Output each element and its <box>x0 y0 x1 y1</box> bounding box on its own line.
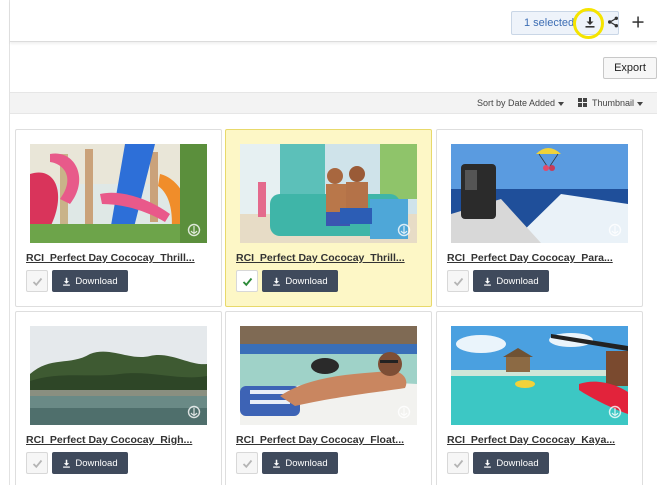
share-icon[interactable] <box>604 13 622 31</box>
asset-title-link[interactable]: RCI_Perfect Day Cococay_Para... <box>447 252 637 264</box>
asset-title-link[interactable]: RCI_Perfect Day Cococay_Kaya... <box>447 434 637 446</box>
select-checkbox[interactable] <box>236 452 258 474</box>
check-icon <box>453 459 463 468</box>
sort-dropdown[interactable]: Sort by Date Added <box>477 98 565 108</box>
export-button[interactable]: Export <box>603 57 657 79</box>
download-icon <box>273 277 281 286</box>
crown-anchor-logo <box>187 405 201 419</box>
download-button[interactable]: Download <box>52 270 128 292</box>
sort-bar: Sort by Date Added Thumbnail <box>10 92 657 114</box>
chevron-down-icon <box>637 101 644 106</box>
download-icon <box>63 277 71 286</box>
sort-dropdown-label: Sort by Date Added <box>477 98 556 108</box>
select-checkbox[interactable] <box>26 270 48 292</box>
crown-anchor-logo <box>397 405 411 419</box>
asset-library: 1 selected Export Sort by Date Added Thu… <box>0 0 657 485</box>
download-label: Download <box>285 275 328 287</box>
plus-icon[interactable] <box>629 13 647 31</box>
asset-thumbnail[interactable] <box>451 144 628 243</box>
grid-icon <box>578 98 587 108</box>
download-button[interactable]: Download <box>473 452 549 474</box>
crown-anchor-logo <box>397 223 411 237</box>
download-label: Download <box>75 275 118 287</box>
asset-card[interactable]: RCI_Perfect Day Cococay_Righ... Download <box>15 311 222 485</box>
download-label: Download <box>285 457 328 469</box>
left-divider <box>9 0 10 485</box>
crown-anchor-logo <box>608 405 622 419</box>
asset-thumbnail[interactable] <box>30 144 207 243</box>
asset-card[interactable]: RCI_Perfect Day Cococay_Thrill... Downlo… <box>225 129 432 307</box>
check-icon <box>32 459 42 468</box>
download-icon <box>484 277 492 286</box>
download-button[interactable]: Download <box>473 270 549 292</box>
select-checkbox[interactable] <box>447 270 469 292</box>
select-checkbox[interactable] <box>447 452 469 474</box>
asset-thumbnail[interactable] <box>451 326 628 425</box>
crown-anchor-logo <box>608 223 622 237</box>
view-dropdown[interactable]: Thumbnail <box>578 98 644 108</box>
asset-title-link[interactable]: RCI_Perfect Day Cococay_Float... <box>236 434 426 446</box>
asset-thumbnail[interactable] <box>30 326 207 425</box>
check-icon <box>32 277 42 286</box>
download-button[interactable]: Download <box>262 270 338 292</box>
download-icon <box>273 459 281 468</box>
asset-card[interactable]: RCI_Perfect Day Cococay_Kaya... Download <box>436 311 643 485</box>
asset-title-link[interactable]: RCI_Perfect Day Cococay_Thrill... <box>236 252 426 264</box>
check-icon <box>453 277 463 286</box>
check-icon <box>242 459 252 468</box>
top-toolbar: 1 selected <box>10 0 657 42</box>
asset-thumbnail[interactable] <box>240 326 417 425</box>
download-label: Download <box>496 275 539 287</box>
select-checkbox[interactable] <box>26 452 48 474</box>
crown-anchor-logo <box>187 223 201 237</box>
asset-title-link[interactable]: RCI_Perfect Day Cococay_Thrill... <box>26 252 216 264</box>
check-icon <box>242 277 252 286</box>
download-button[interactable]: Download <box>262 452 338 474</box>
download-label: Download <box>75 457 118 469</box>
download-icon[interactable] <box>581 13 599 31</box>
asset-card[interactable]: RCI_Perfect Day Cococay_Thrill... Downlo… <box>15 129 222 307</box>
download-label: Download <box>496 457 539 469</box>
download-icon <box>484 459 492 468</box>
download-button[interactable]: Download <box>52 452 128 474</box>
asset-card[interactable]: RCI_Perfect Day Cococay_Float... Downloa… <box>225 311 432 485</box>
view-dropdown-label: Thumbnail <box>592 98 635 108</box>
selection-count-label: 1 selected <box>524 17 575 29</box>
select-checkbox[interactable] <box>236 270 258 292</box>
chevron-down-icon <box>558 101 565 106</box>
asset-card[interactable]: RCI_Perfect Day Cococay_Para... Download <box>436 129 643 307</box>
asset-thumbnail[interactable] <box>240 144 417 243</box>
asset-title-link[interactable]: RCI_Perfect Day Cococay_Righ... <box>26 434 216 446</box>
download-icon <box>63 459 71 468</box>
